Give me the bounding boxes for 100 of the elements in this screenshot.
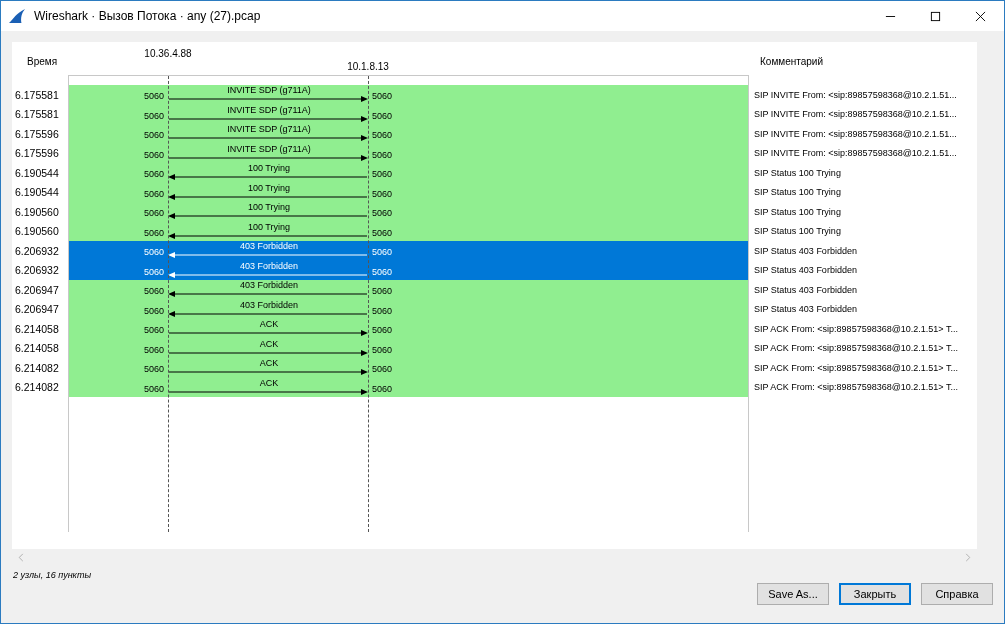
port-label: 5060 <box>372 383 393 394</box>
time-cell: 6.206947 <box>15 303 59 316</box>
time-cell: 6.214058 <box>15 322 59 335</box>
port-label: 5060 <box>372 149 393 160</box>
message-label: ACK <box>259 377 279 388</box>
port-label: 5060 <box>143 266 164 277</box>
flow-row[interactable]: 5060 100 Trying 5060 <box>69 182 748 202</box>
port-label: 5060 <box>143 247 164 257</box>
time-cell: 6.175596 <box>15 127 59 140</box>
time-cell: 6.214082 <box>15 361 59 374</box>
flow-row[interactable]: 5060 100 Trying 5060 <box>69 202 748 222</box>
node-address: 10.1.8.13 <box>347 61 389 72</box>
message-label: INVITE SDP (g711A) <box>227 85 311 95</box>
port-label: 5060 <box>143 344 164 355</box>
port-label: 5060 <box>372 286 393 296</box>
time-cell: 6.190560 <box>15 225 59 238</box>
port-label: 5060 <box>372 364 393 374</box>
flow-row[interactable]: 5060 100 Trying 5060 <box>69 221 748 241</box>
message-label: INVITE SDP (g711A) <box>227 124 311 134</box>
comment-cell: SIP Status 100 Trying <box>754 187 841 198</box>
time-cell: 6.190544 <box>15 186 59 199</box>
time-cell: 6.175581 <box>15 108 59 121</box>
port-label: 5060 <box>143 383 164 394</box>
port-label: 5060 <box>143 227 164 238</box>
port-label: 5060 <box>372 110 393 121</box>
port-label: 5060 <box>372 130 393 140</box>
message-label: 403 Forbidden <box>240 299 298 310</box>
port-label: 5060 <box>143 91 164 101</box>
time-cell: 6.214082 <box>15 381 59 394</box>
port-label: 5060 <box>372 91 393 101</box>
comment-cell: SIP Status 403 Forbidden <box>754 284 857 295</box>
close-icon[interactable] <box>975 10 986 22</box>
message-label: INVITE SDP (g711A) <box>227 104 311 115</box>
port-label: 5060 <box>372 247 393 257</box>
dialog-button[interactable]: Save As... <box>757 583 829 605</box>
comment-cell: SIP Status 403 Forbidden <box>754 245 857 256</box>
flow-row[interactable]: 5060 403 Forbidden 5060 <box>69 260 748 280</box>
message-label: 100 Trying <box>248 202 290 212</box>
port-label: 5060 <box>372 305 393 316</box>
message-label: ACK <box>259 338 279 349</box>
flow-row[interactable]: 5060 403 Forbidden 5060 <box>69 280 748 300</box>
port-label: 5060 <box>143 364 164 374</box>
port-label: 5060 <box>143 130 164 140</box>
comment-cell: SIP INVITE From: <sip:89857598368@10.2.1.51... <box>754 109 957 120</box>
flow-row[interactable]: 5060 INVITE SDP (g711A) 5060 <box>69 143 748 163</box>
comment-cell: SIP Status 100 Trying <box>754 206 841 217</box>
message-label: 403 Forbidden <box>240 280 298 290</box>
column-header: Время <box>27 56 59 69</box>
port-label: 5060 <box>372 344 393 355</box>
message-label: ACK <box>259 319 279 329</box>
flow-row[interactable]: 5060 ACK 5060 <box>69 358 748 378</box>
port-label: 5060 <box>143 110 164 121</box>
time-cell: 6.175581 <box>15 88 59 101</box>
window-title: Wireshark · Вызов Потока · any (27).pcap <box>34 9 261 23</box>
dialog-button[interactable]: Справка <box>921 583 993 605</box>
time-cell: 6.190544 <box>15 166 59 179</box>
message-label: 100 Trying <box>248 182 290 193</box>
port-label: 5060 <box>372 266 393 277</box>
message-label: INVITE SDP (g711A) <box>227 143 311 154</box>
port-label: 5060 <box>372 227 393 238</box>
status-text: 2 узлы, 16 пункты <box>13 570 93 580</box>
port-label: 5060 <box>143 305 164 316</box>
port-label: 5060 <box>143 325 164 335</box>
flow-row[interactable]: 5060 403 Forbidden 5060 <box>69 299 748 319</box>
flow-row[interactable]: 5060 ACK 5060 <box>69 338 748 358</box>
comment-cell: SIP INVITE From: <sip:89857598368@10.2.1.51... <box>754 89 957 100</box>
port-label: 5060 <box>372 325 393 335</box>
port-label: 5060 <box>143 149 164 160</box>
port-label: 5060 <box>143 188 164 199</box>
time-cell: 6.175596 <box>15 147 59 160</box>
flow-row[interactable]: 5060 ACK 5060 <box>69 377 748 397</box>
flow-row[interactable]: 5060 INVITE SDP (g711A) 5060 <box>69 85 748 105</box>
comment-cell: SIP Status 100 Trying <box>754 226 841 237</box>
port-label: 5060 <box>143 208 164 218</box>
time-cell: 6.206947 <box>15 283 59 296</box>
comment-cell: SIP Status 403 Forbidden <box>754 304 857 315</box>
comment-cell: SIP ACK From: <sip:89857598368@10.2.1.51> T... <box>754 362 958 373</box>
message-label: ACK <box>259 358 279 368</box>
message-label: 403 Forbidden <box>240 260 298 271</box>
flow-row[interactable]: 5060 100 Trying 5060 <box>69 163 748 183</box>
port-label: 5060 <box>372 188 393 199</box>
dialog-button[interactable]: Закрыть <box>839 583 911 605</box>
time-cell: 6.190560 <box>15 205 59 218</box>
comment-cell: SIP Status 403 Forbidden <box>754 265 857 276</box>
maximize-icon[interactable] <box>930 10 941 22</box>
flow-row[interactable]: 5060 INVITE SDP (g711A) 5060 <box>69 104 748 124</box>
port-label: 5060 <box>372 208 393 218</box>
time-cell: 6.214058 <box>15 342 59 355</box>
message-label: 100 Trying <box>248 163 290 173</box>
flow-row[interactable]: 5060 403 Forbidden 5060 <box>69 241 748 261</box>
time-cell: 6.206932 <box>15 264 59 277</box>
comment-cell: SIP INVITE From: <sip:89857598368@10.2.1.51... <box>754 128 957 139</box>
flow-row[interactable]: 5060 INVITE SDP (g711A) 5060 <box>69 124 748 144</box>
port-label: 5060 <box>143 286 164 296</box>
flow-row[interactable]: 5060 ACK 5060 <box>69 319 748 339</box>
column-header: Комментарий <box>760 56 823 69</box>
shark-fin-icon <box>8 8 26 24</box>
port-label: 5060 <box>372 169 393 179</box>
comment-cell: SIP ACK From: <sip:89857598368@10.2.1.51> T... <box>754 382 958 393</box>
comment-cell: SIP ACK From: <sip:89857598368@10.2.1.51> T... <box>754 343 958 354</box>
